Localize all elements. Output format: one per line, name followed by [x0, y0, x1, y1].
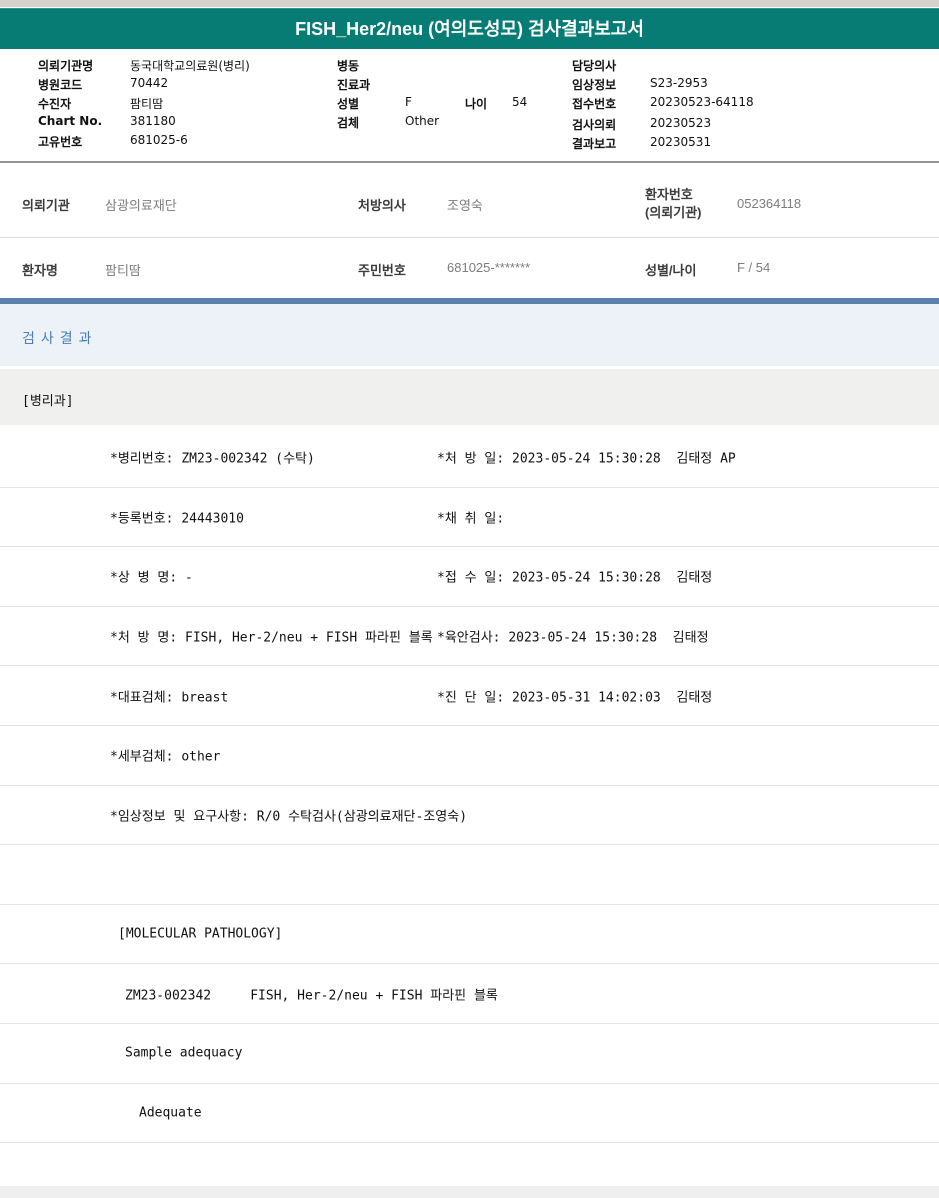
report-page: FISH_Her2/neu (여의도성모) 검사결과보고서 의뢰기관명 동국대학… [0, 0, 939, 1198]
result-left: *대표검체: breast [110, 690, 229, 706]
field-patient-name-value: 팜티땀 [105, 263, 141, 278]
bottom-strip [0, 1186, 939, 1198]
field-sex-label: 성별 [337, 97, 360, 111]
result-left: *병리번호: ZM23-002342 (수탁) [110, 451, 315, 467]
test-result-section-title: 검사결과 [22, 331, 98, 347]
result-left: *세부검체: other [110, 749, 221, 765]
field-sex-age-value: F / 54 [737, 260, 771, 275]
result-rows: *병리번호: ZM23-002342 (수탁) *처 방 일: 2023-05-… [0, 427, 939, 1186]
result-left: *처 방 명: FISH, Her-2/neu + FISH 파라핀 블록 [110, 630, 433, 646]
field-examinee-value: 팜티땀 [130, 97, 164, 111]
field-clinic-label: 진료과 [337, 78, 371, 92]
field-result-report-value: 20230531 [650, 135, 712, 149]
field-referrer-value: 삼광의료재단 [105, 198, 177, 213]
result-row-adequate: Adequate [0, 1082, 939, 1143]
field-chart-no-label: Chart No. [38, 114, 103, 128]
result-row-empty [0, 1142, 939, 1186]
field-sex-age-label: 성별/나이 [645, 263, 697, 278]
result-row-order-name: *처 방 명: FISH, Her-2/neu + FISH 파라핀 블록 *육… [0, 605, 939, 666]
field-resident-no-label: 주민번호 [358, 263, 406, 278]
report-title-bar: FISH_Her2/neu (여의도성모) 검사결과보고서 [0, 8, 939, 49]
field-test-request-label: 검사의뢰 [572, 118, 617, 132]
result-row-molecular-pathology-header: [MOLECULAR PATHOLOGY] [0, 903, 939, 964]
field-ordering-doctor-value: 조영숙 [447, 198, 483, 213]
field-specimen-label: 검체 [337, 116, 360, 130]
field-sex-value: F [405, 95, 412, 109]
header-divider [0, 161, 939, 163]
result-left: *임상정보 및 요구사항: R/0 수탁검사(삼광의료재단-조영숙) [110, 809, 468, 825]
test-result-section-header: 검사결과 [0, 304, 939, 366]
result-row-empty [0, 844, 939, 904]
field-clinical-info-value: S23-2953 [650, 76, 708, 90]
field-receipt-no-value: 20230523-64118 [650, 95, 754, 109]
department-band: [병리과] [0, 369, 939, 425]
field-attending-doctor-label: 담당의사 [572, 59, 617, 73]
field-referring-org-label: 의뢰기관명 [38, 59, 94, 73]
report-title: FISH_Her2/neu (여의도성모) 검사결과보고서 [295, 19, 644, 39]
result-row-diagnosis-name: *상 병 명: - *접 수 일: 2023-05-24 15:30:28 김태… [0, 546, 939, 606]
field-hospital-code-label: 병원코드 [38, 78, 83, 92]
result-row-main-specimen: *대표검체: breast *진 단 일: 2023-05-31 14:02:0… [0, 665, 939, 725]
result-left: *상 병 명: - [110, 570, 193, 586]
result-right: *육안검사: 2023-05-24 15:30:28 김태정 [437, 630, 709, 646]
result-row-registration-no: *등록번호: 24443010 *채 취 일: [0, 486, 939, 547]
result-right: *처 방 일: 2023-05-24 15:30:28 김태정 AP [437, 451, 736, 467]
result-right: *접 수 일: 2023-05-24 15:30:28 김태정 [437, 570, 713, 586]
department-name: [병리과] [22, 394, 74, 409]
field-unique-no-label: 고유번호 [38, 135, 83, 149]
result-row-clinical-request: *임상정보 및 요구사항: R/0 수탁검사(삼광의료재단-조영숙) [0, 784, 939, 845]
field-resident-no-value: 681025-******* [447, 260, 531, 275]
result-right: *진 단 일: 2023-05-31 14:02:03 김태정 [437, 690, 713, 706]
field-patient-name-label: 환자명 [22, 263, 58, 278]
patient-rows-divider [0, 237, 939, 238]
result-left: Adequate [139, 1105, 202, 1121]
result-right: *채 취 일: [437, 511, 505, 527]
window-top-strip [0, 0, 939, 7]
field-examinee-label: 수진자 [38, 97, 72, 111]
result-left: [MOLECULAR PATHOLOGY] [118, 926, 283, 942]
result-left: *등록번호: 24443010 [110, 511, 244, 527]
result-row-sample-adequacy: Sample adequacy [0, 1022, 939, 1083]
field-receipt-no-label: 접수번호 [572, 97, 617, 111]
field-referrer-label: 의뢰기관 [22, 198, 70, 213]
result-left: ZM23-002342 FISH, Her-2/neu + FISH 파라핀 블… [125, 988, 498, 1004]
field-ward-label: 병동 [337, 59, 360, 73]
field-patient-no-label: 환자번호 (의뢰기관) [645, 187, 702, 220]
result-row-sub-specimen: *세부검체: other [0, 724, 939, 785]
field-result-report-label: 결과보고 [572, 137, 617, 151]
field-clinical-info-label: 임상정보 [572, 78, 617, 92]
field-test-request-value: 20230523 [650, 116, 712, 130]
field-ordering-doctor-label: 처방의사 [358, 198, 406, 213]
field-specimen-value: Other [405, 114, 440, 128]
field-age-value: 54 [512, 95, 528, 109]
field-hospital-code-value: 70442 [130, 76, 169, 90]
field-referring-org-value: 동국대학교의료원(병리) [130, 59, 250, 73]
field-unique-no-value: 681025-6 [130, 133, 188, 147]
field-patient-no-value: 052364118 [737, 196, 802, 211]
result-row-specimen-test-name: ZM23-002342 FISH, Her-2/neu + FISH 파라핀 블… [0, 963, 939, 1023]
result-left: Sample adequacy [125, 1045, 243, 1061]
field-chart-no-value: 381180 [130, 114, 176, 128]
field-age-label: 나이 [465, 97, 488, 111]
result-row-pathology-no: *병리번호: ZM23-002342 (수탁) *처 방 일: 2023-05-… [0, 427, 939, 487]
